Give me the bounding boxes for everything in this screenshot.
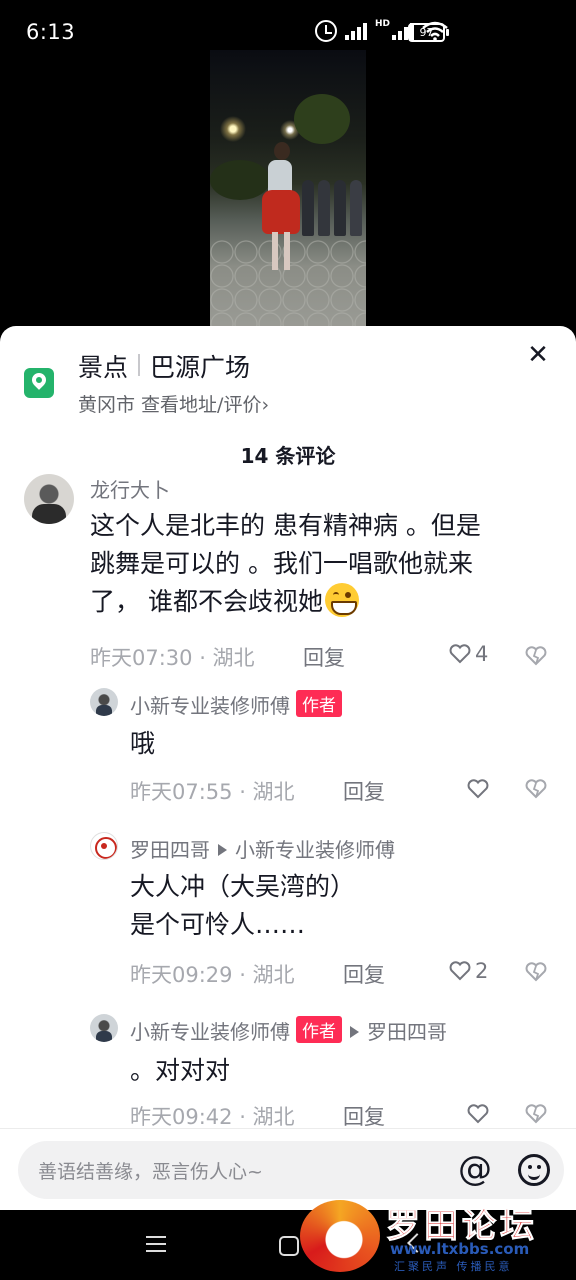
hd-label: HD bbox=[374, 19, 390, 29]
comment-text-line: 了， 谁都不会歧视她 bbox=[90, 583, 481, 621]
comment-meta: 昨天07:30 · 湖北 bbox=[90, 646, 255, 670]
dislike-icon[interactable] bbox=[525, 1104, 547, 1124]
reply-text: 哦 bbox=[130, 729, 156, 758]
reply-to-arrow-icon bbox=[350, 1026, 359, 1038]
heart-icon[interactable] bbox=[467, 1104, 489, 1124]
watermark-slogan: 汇聚民声 传播民意 bbox=[394, 1260, 513, 1273]
at-icon[interactable]: @ bbox=[458, 1149, 492, 1189]
comment-input-placeholder: 善语结善缘，恶言伤人心~ bbox=[38, 1161, 263, 1183]
alarm-icon bbox=[314, 20, 337, 42]
street-lamp bbox=[220, 116, 246, 142]
bystander bbox=[302, 180, 314, 236]
heart-icon[interactable] bbox=[467, 779, 489, 799]
battery-icon: 97 bbox=[408, 23, 449, 42]
signal-icon bbox=[344, 22, 367, 40]
dislike-icon[interactable] bbox=[525, 779, 547, 799]
comment-text: 这个人是北丰的 患有精神病 。但是 跳舞是可以的 。我们一唱歌他就来 了， 谁都… bbox=[90, 507, 481, 621]
location-type[interactable]: 景点 bbox=[78, 348, 128, 384]
watermark: 罗田论坛 www.ltxbbs.com 汇聚民声 传播民意 bbox=[296, 1196, 564, 1276]
heart-icon bbox=[449, 644, 471, 664]
heart-icon bbox=[449, 961, 471, 981]
menu-icon[interactable] bbox=[146, 1236, 166, 1252]
avatar[interactable] bbox=[90, 688, 118, 716]
author-badge: 作者 bbox=[296, 1016, 342, 1043]
emoji-icon[interactable] bbox=[518, 1154, 550, 1186]
dancer bbox=[262, 190, 300, 234]
close-icon[interactable]: ✕ bbox=[526, 342, 550, 368]
screen: { "status_bar": { "time": "6:13", "batte… bbox=[0, 0, 576, 1280]
bystander bbox=[350, 180, 362, 236]
reply-button[interactable]: 回复 bbox=[343, 776, 385, 806]
reply-text: 。对对对 bbox=[130, 1056, 231, 1085]
bystander bbox=[318, 180, 330, 236]
reply-to-arrow-icon bbox=[218, 844, 227, 856]
avatar[interactable] bbox=[90, 1014, 118, 1042]
dislike-icon[interactable] bbox=[525, 962, 547, 982]
location-divider bbox=[138, 354, 140, 376]
comment-username[interactable]: 龙行大卜 bbox=[90, 474, 170, 503]
location-pin-icon bbox=[24, 368, 54, 398]
location-address-link[interactable]: 黄冈市 查看地址/评价› bbox=[78, 390, 269, 417]
reply-button[interactable]: 回复 bbox=[343, 959, 385, 989]
reply-button[interactable]: 回复 bbox=[343, 1101, 385, 1131]
reply-username-row: 罗田四哥 小新专业装修师傅 bbox=[130, 834, 395, 863]
reply-username[interactable]: 小新专业装修师傅 bbox=[130, 694, 290, 718]
like-count: 4 bbox=[475, 642, 489, 666]
like-button[interactable]: 2 bbox=[449, 959, 488, 983]
pavement bbox=[210, 240, 366, 328]
dancer bbox=[274, 142, 290, 160]
reply-username[interactable]: 小新专业装修师傅 bbox=[130, 1020, 290, 1044]
location-name[interactable]: 巴源广场 bbox=[150, 348, 250, 384]
reply-username[interactable]: 罗田四哥 bbox=[130, 838, 210, 862]
avatar[interactable] bbox=[90, 832, 118, 860]
reply-to-username[interactable]: 罗田四哥 bbox=[367, 1020, 447, 1044]
bystander bbox=[334, 180, 346, 236]
avatar[interactable] bbox=[24, 474, 74, 524]
reply-meta: 昨天09:42 · 湖北 bbox=[130, 1105, 295, 1129]
reply-button[interactable]: 回复 bbox=[303, 642, 345, 672]
comment-sheet: 景点 巴源广场 黄冈市 查看地址/评价› ✕ 14 条评论 龙行大卜 这个人是北… bbox=[0, 326, 576, 1210]
comment-text-line: 跳舞是可以的 。我们一唱歌他就来 bbox=[90, 549, 473, 578]
reply-username-row: 小新专业装修师傅 作者 bbox=[130, 690, 342, 719]
video-player[interactable] bbox=[210, 50, 366, 328]
watermark-url: www.ltxbbs.com bbox=[390, 1240, 530, 1258]
comment-input[interactable]: 善语结善缘，恶言伤人心~ @ bbox=[18, 1141, 564, 1199]
reply-to-username[interactable]: 小新专业装修师傅 bbox=[235, 838, 395, 862]
tree bbox=[294, 94, 350, 144]
author-badge: 作者 bbox=[296, 690, 342, 717]
reply-meta: 昨天09:29 · 湖北 bbox=[130, 963, 295, 987]
status-time: 6:13 bbox=[26, 20, 76, 44]
reply-username-row: 小新专业装修师傅 作者 罗田四哥 bbox=[130, 1016, 447, 1045]
watermark-logo-icon bbox=[300, 1200, 380, 1272]
like-button[interactable]: 4 bbox=[449, 642, 488, 666]
dislike-icon[interactable] bbox=[525, 646, 547, 666]
reply-meta: 昨天07:55 · 湖北 bbox=[130, 780, 295, 804]
comment-count: 14 条评论 bbox=[240, 444, 336, 468]
reply-text-line: 是个可怜人…… bbox=[130, 910, 306, 939]
dancer bbox=[272, 232, 278, 270]
grinning-emoji-icon bbox=[324, 583, 359, 617]
reply-text: 大人冲（大吴湾的） 是个可怜人…… bbox=[130, 868, 355, 944]
like-count: 2 bbox=[475, 959, 489, 983]
comment-text-line: 这个人是北丰的 患有精神病 。但是 bbox=[90, 511, 481, 540]
reply-text-line: 大人冲（大吴湾的） bbox=[130, 872, 356, 901]
bushes bbox=[210, 160, 270, 200]
